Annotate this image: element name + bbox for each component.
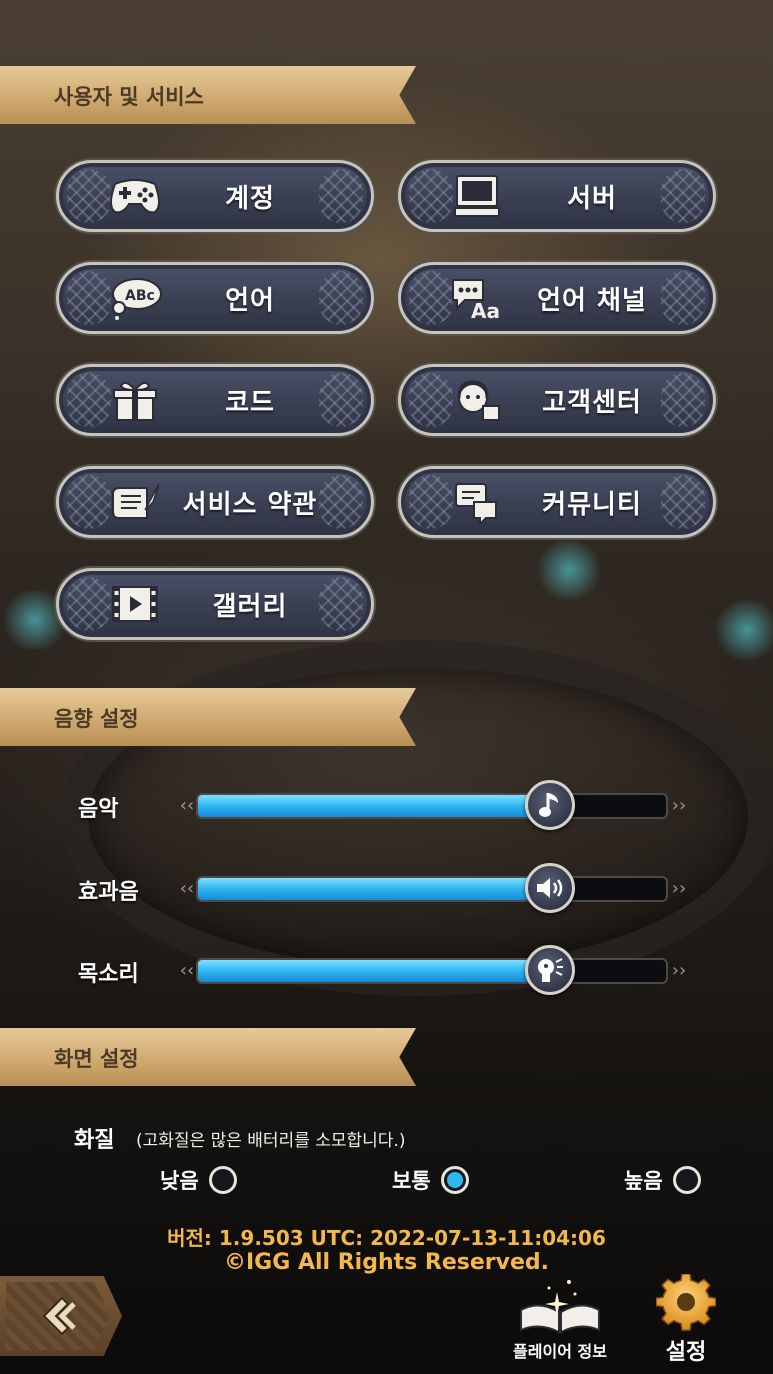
music-slider-fill xyxy=(198,795,549,817)
increase-arrow-icon[interactable]: ›› xyxy=(668,878,690,900)
quality-option-label: 낮음 xyxy=(160,1169,199,1193)
terms-button[interactable]: 서비스 약관 xyxy=(56,466,374,538)
speaker-icon xyxy=(537,878,563,898)
increase-arrow-icon[interactable]: ›› xyxy=(668,795,690,817)
music-note-icon xyxy=(539,793,558,817)
music-label: 음악 xyxy=(78,797,119,822)
language-button[interactable]: ABc 언어 xyxy=(56,262,374,334)
voice-label: 목소리 xyxy=(78,962,139,987)
music-slider-handle[interactable] xyxy=(525,780,575,830)
background-flame xyxy=(712,600,773,660)
decrease-arrow-icon[interactable]: ‹‹ xyxy=(176,878,198,900)
music-slider-track[interactable] xyxy=(196,793,668,819)
effects-slider-row: 효과음 ‹‹ ›› xyxy=(0,863,773,914)
tab-label: 설정 xyxy=(665,1340,707,1365)
radio-button[interactable] xyxy=(208,1166,237,1194)
language-channel-label: 언어 채널 xyxy=(537,285,647,316)
quality-option-label: 보통 xyxy=(392,1169,431,1193)
radio-button[interactable] xyxy=(672,1166,701,1194)
quality-label: 화질 xyxy=(74,1128,115,1153)
section-title: 화면 설정 xyxy=(54,1047,139,1071)
section-banner-display: 화면 설정 xyxy=(0,1028,416,1086)
quality-note: (고화질은 많은 배터리를 소모합니다.) xyxy=(136,1131,406,1151)
community-button[interactable]: 커뮤니티 xyxy=(398,466,716,538)
section-title: 사용자 및 서비스 xyxy=(54,85,204,109)
account-label: 계정 xyxy=(225,183,275,214)
section-banner-user-services: 사용자 및 서비스 xyxy=(0,66,416,124)
code-label: 코드 xyxy=(225,387,275,418)
server-button[interactable]: 서버 xyxy=(398,160,716,232)
code-button[interactable]: 코드 xyxy=(56,364,374,436)
voice-slider-row: 목소리 ‹‹ ›› xyxy=(0,945,773,996)
radio-button[interactable] xyxy=(440,1166,469,1194)
open-book-icon xyxy=(520,1280,600,1334)
server-label: 서버 xyxy=(567,183,617,214)
voice-slider-handle[interactable] xyxy=(525,945,575,995)
tab-player-info[interactable]: 플레이어 정보 xyxy=(500,1272,620,1372)
effects-slider-fill xyxy=(198,878,549,900)
quality-option-medium[interactable]: 보통 xyxy=(392,1162,469,1198)
music-slider-row: 음악 ‹‹ ›› xyxy=(0,780,773,831)
decrease-arrow-icon[interactable]: ‹‹ xyxy=(176,960,198,982)
quality-option-high[interactable]: 높음 xyxy=(624,1162,701,1198)
effects-slider-track[interactable] xyxy=(196,876,668,902)
support-label: 고객센터 xyxy=(542,387,642,418)
gear-icon xyxy=(656,1274,716,1331)
tab-settings[interactable]: 설정 xyxy=(626,1272,746,1372)
section-banner-sound: 음향 설정 xyxy=(0,688,416,746)
gallery-label: 갤러리 xyxy=(212,591,288,622)
quality-option-low[interactable]: 낮음 xyxy=(160,1162,237,1198)
effects-label: 효과음 xyxy=(78,880,139,905)
terms-label: 서비스 약관 xyxy=(182,489,318,520)
decrease-arrow-icon[interactable]: ‹‹ xyxy=(176,795,198,817)
voice-head-icon xyxy=(538,958,563,982)
voice-slider-fill xyxy=(198,960,549,982)
support-button[interactable]: 고객센터 xyxy=(398,364,716,436)
section-title: 음향 설정 xyxy=(54,707,139,731)
tab-label: 플레이어 정보 xyxy=(513,1342,607,1361)
effects-slider-handle[interactable] xyxy=(525,863,575,913)
quality-option-label: 높음 xyxy=(624,1169,663,1193)
gallery-button[interactable]: 갤러리 xyxy=(56,568,374,640)
back-button[interactable] xyxy=(0,1276,122,1356)
back-arrow-icon xyxy=(42,1296,76,1336)
increase-arrow-icon[interactable]: ›› xyxy=(668,960,690,982)
community-label: 커뮤니티 xyxy=(542,489,642,520)
language-label: 언어 xyxy=(225,285,275,316)
version-text: 버전: 1.9.503 UTC: 2022-07-13-11:04:06 xyxy=(167,1226,606,1250)
background-flame xyxy=(534,540,604,600)
account-button[interactable]: 계정 xyxy=(56,160,374,232)
language-channel-button[interactable]: Aa 언어 채널 xyxy=(398,262,716,334)
voice-slider-track[interactable] xyxy=(196,958,668,984)
